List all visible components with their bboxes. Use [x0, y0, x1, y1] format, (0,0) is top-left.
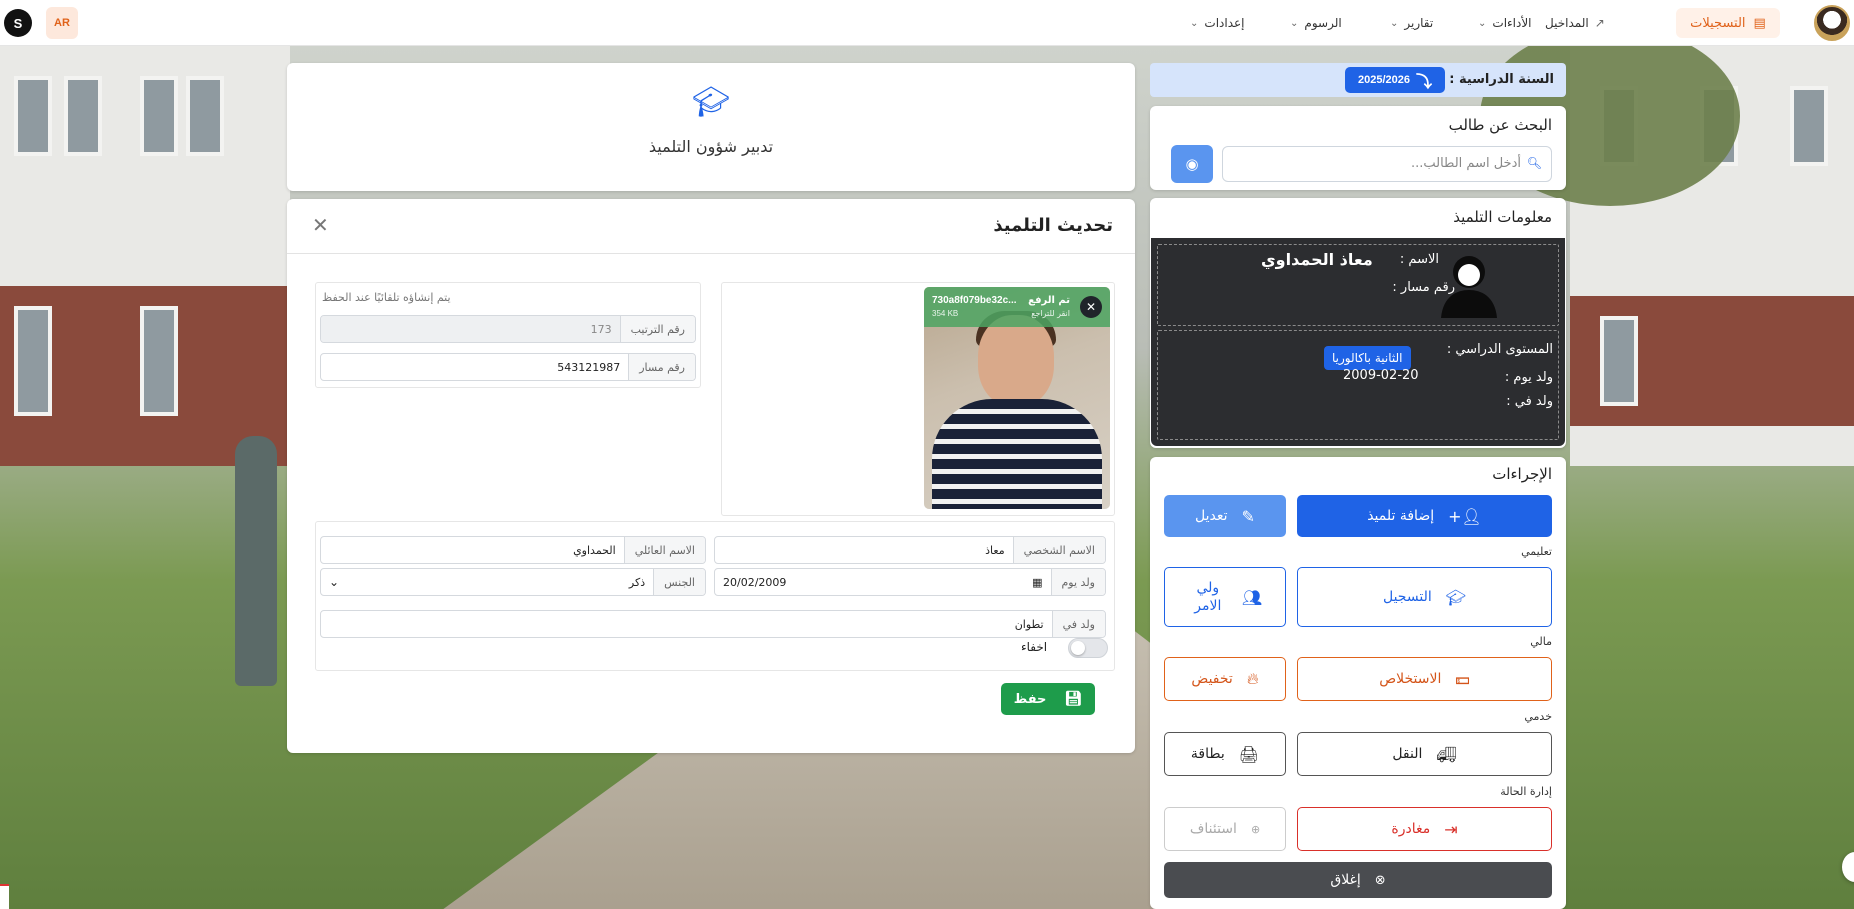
name-label: الاسم :	[1399, 252, 1439, 267]
exit-arrow-icon: ⇥	[1444, 819, 1458, 839]
gender-select[interactable]: الجنس ذكر ⌄	[320, 568, 706, 596]
guardian-button[interactable]: 👥︎ ولي الامر	[1164, 567, 1286, 627]
chevron-down-icon: ⌄	[1478, 17, 1487, 29]
page-header-card: 🎓︎ تدبير شؤون التلميذ	[287, 63, 1135, 191]
born-on-value: 2009-02-20	[1343, 368, 1419, 383]
chevron-down-icon: ⌄	[1190, 17, 1199, 29]
chevron-down-icon: ⌄	[329, 575, 340, 589]
order-number-field: رقم الترتيب 173	[320, 315, 696, 343]
photo-upload-panel[interactable]: تم الرفع انقر للتراجع 730a8f079be32c... …	[721, 282, 1115, 516]
add-student-button[interactable]: 👤︎+ إضافة تلميذ	[1297, 495, 1552, 537]
student-search-input[interactable]: 🔍︎ أدخل اسم الطالب...	[1222, 146, 1552, 182]
massar-label: رقم مسار :	[1392, 280, 1455, 295]
birth-date-field[interactable]: ولد يوم 20/02/2009 ▦	[714, 568, 1106, 596]
camera-button[interactable]: ◉	[1171, 145, 1213, 183]
remove-photo-icon[interactable]: ✕	[1080, 296, 1102, 318]
school-year-label: السنة الدراسية :	[1449, 72, 1554, 87]
edit-icon: ✎	[1241, 506, 1255, 526]
search-title: البحث عن طالب	[1448, 116, 1552, 134]
top-navbar: S AR ⌄ إعدادات ⌄ الرسوم ⌄ تقارير ⌄ الأدا…	[0, 0, 1854, 46]
trend-icon: ↗	[1594, 16, 1605, 30]
arrow-down-icon: ⤵	[1416, 74, 1433, 91]
undo-hint[interactable]: انقر للتراجع	[1031, 309, 1070, 318]
school-year-badge[interactable]: ⤵ 2025/2026	[1345, 67, 1445, 93]
student-info-title: معلومات التلميذ	[1453, 208, 1552, 226]
card-button[interactable]: 🖨︎ بطاقة	[1164, 732, 1286, 776]
personal-info-panel: الاسم الشخصي معاذ الاسم العائلي الحمداوي…	[315, 521, 1115, 671]
fire-icon: 🔥︎	[1246, 669, 1259, 688]
page-title: تدبير شؤون التلميذ	[648, 137, 774, 156]
cash-icon: 💵︎	[1455, 669, 1470, 688]
save-icon: 💾︎	[1064, 691, 1083, 707]
student-info-card: معلومات التلميذ الاسم : معاذ الحمداوي رق…	[1150, 198, 1566, 448]
edit-button[interactable]: ✎ تعديل	[1164, 495, 1286, 537]
born-on-label: ولد يوم :	[1504, 370, 1553, 385]
nav-settings[interactable]: ⌄ إعدادات	[1190, 12, 1245, 34]
student-photo: تم الرفع انقر للتراجع 730a8f079be32c... …	[924, 287, 1110, 509]
user-plus-icon: 👤︎+	[1448, 506, 1482, 526]
document-icon: ▤	[1753, 15, 1766, 31]
chevron-down-icon: ⌄	[1290, 17, 1299, 29]
student-search-card: البحث عن طالب 🔍︎ أدخل اسم الطالب... ◉	[1150, 106, 1566, 190]
truck-icon: 🚚︎	[1436, 744, 1457, 764]
language-switcher[interactable]: AR	[46, 7, 78, 39]
user-avatar[interactable]: S	[4, 9, 32, 37]
level-label: المستوى الدراسي :	[1446, 342, 1553, 357]
student-name: معاذ الحمداوي	[1261, 250, 1373, 269]
hide-label: اخفاء	[1021, 640, 1048, 654]
first-name-field[interactable]: الاسم الشخصي معاذ	[714, 536, 1106, 564]
camera-icon: ◉	[1185, 155, 1199, 173]
identifiers-panel: يتم إنشاؤه تلقائيًا عند الحفظ رقم الترتي…	[315, 282, 701, 388]
massar-number-field[interactable]: رقم مسار 543121987	[320, 353, 696, 381]
section-service: خدمي	[1524, 710, 1552, 723]
student-info-panel: الاسم : معاذ الحمداوي رقم مسار : المستوى…	[1151, 238, 1565, 446]
nav-reports[interactable]: ⌄ تقارير	[1390, 12, 1433, 34]
plus-circle-icon: ⊕	[1250, 822, 1261, 836]
calendar-icon[interactable]: ▦	[1032, 576, 1042, 589]
close-icon[interactable]: ✕	[312, 213, 329, 237]
actions-title: الإجراءات	[1492, 465, 1552, 483]
auto-generated-note: يتم إنشاؤه تلقائيًا عند الحفظ	[322, 291, 451, 304]
hide-toggle[interactable]	[1068, 638, 1108, 658]
close-button[interactable]: ⊗ إغلاق	[1164, 862, 1552, 898]
search-icon: 🔍︎	[1526, 156, 1542, 170]
upload-status: تم الرفع	[1028, 295, 1070, 306]
close-circle-icon: ⊗	[1374, 872, 1386, 888]
corner-flag	[0, 884, 9, 909]
resume-button[interactable]: ⊕ استئناف	[1164, 807, 1286, 851]
modal-title: تحديث التلميذ	[993, 215, 1113, 236]
modal-divider	[287, 253, 1135, 254]
section-educational: تعليمي	[1521, 545, 1552, 558]
level-badge: الثانية باكالوريا	[1324, 346, 1411, 370]
section-status: إدارة الحالة	[1500, 785, 1552, 798]
leave-button[interactable]: ⇥ مغادرة	[1297, 807, 1552, 851]
file-size: 354 KB	[932, 309, 959, 318]
registration-button[interactable]: 🎓︎ التسجيل	[1297, 567, 1552, 627]
actions-card: الإجراءات 👤︎+ إضافة تلميذ ✎ تعديل تعليمي…	[1150, 457, 1566, 909]
section-financial: مالي	[1530, 635, 1552, 648]
transport-button[interactable]: 🚚︎ النقل	[1297, 732, 1552, 776]
graduation-cap-icon: 🎓︎	[691, 85, 731, 120]
nav-fees[interactable]: ⌄ الرسوم	[1290, 12, 1342, 34]
graduation-cap-icon: 🎓︎	[1445, 587, 1467, 607]
nav-income[interactable]: المداخيل ↗	[1545, 12, 1605, 34]
nav-payments[interactable]: ⌄ الأداءات	[1478, 12, 1532, 34]
school-logo	[1814, 5, 1850, 41]
nav-registrations[interactable]: التسجيلات ▤	[1676, 8, 1780, 38]
birth-place-field[interactable]: ولد في تطوان	[320, 610, 1106, 638]
users-icon: 👥︎	[1241, 587, 1263, 607]
discount-button[interactable]: 🔥︎ تخفيض	[1164, 657, 1286, 701]
school-year-bar: السنة الدراسية : ⤵ 2025/2026	[1150, 63, 1566, 97]
last-name-field[interactable]: الاسم العائلي الحمداوي	[320, 536, 706, 564]
printer-icon: 🖨︎	[1238, 744, 1260, 764]
update-student-modal: تحديث التلميذ ✕ تم الرفع انقر للتراجع 73…	[287, 199, 1135, 753]
chevron-down-icon: ⌄	[1390, 17, 1399, 29]
collection-button[interactable]: 💵︎ الاستخلاص	[1297, 657, 1552, 701]
save-button[interactable]: 💾︎ حفظ	[1001, 683, 1095, 715]
born-in-label: ولد في :	[1506, 394, 1553, 409]
file-name: 730a8f079be32c...	[932, 295, 1017, 306]
